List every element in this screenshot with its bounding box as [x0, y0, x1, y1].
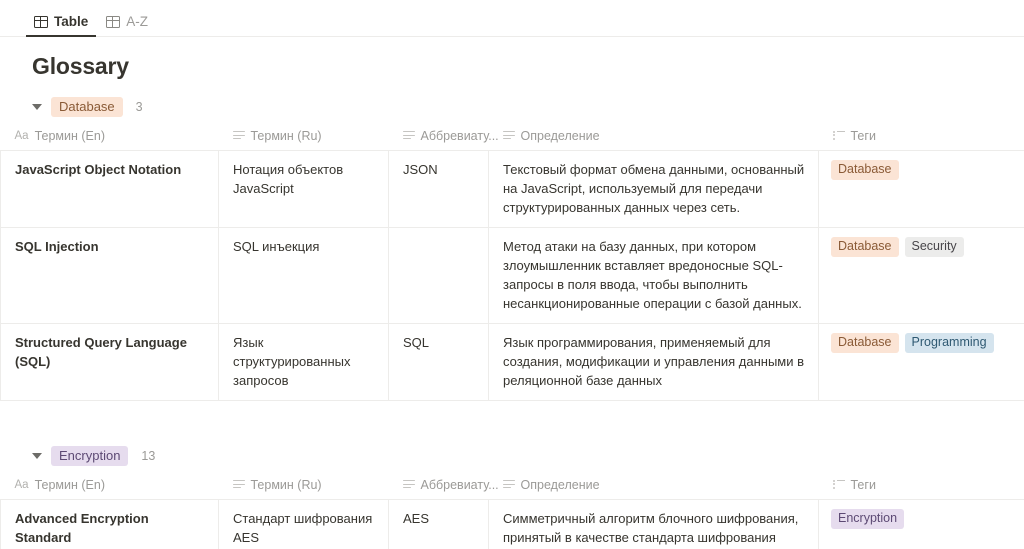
- column-header-label: Термин (En): [34, 478, 105, 492]
- group-header: Database 3: [32, 97, 1024, 117]
- cell-definition[interactable]: Текстовый формат обмена данными, основан…: [488, 150, 819, 228]
- column-header-label: Термин (Ru): [250, 478, 322, 492]
- column-header-label: Термин (Ru): [250, 129, 322, 143]
- cell-term-ru[interactable]: Стандарт шифрования AES: [218, 499, 389, 549]
- group-list: Database 3 Aa Термин (En) Термин (Ru) Аббреви…: [0, 97, 1024, 549]
- multi-select-list-icon: [832, 479, 845, 490]
- multi-select-list-icon: [832, 130, 845, 141]
- tag-pill[interactable]: Database: [51, 97, 123, 117]
- column-header-label: Определение: [520, 129, 600, 143]
- cell-definition[interactable]: Язык программирования, применяемый для с…: [488, 323, 819, 401]
- group-header: Encryption 13: [32, 446, 1024, 466]
- text-lines-icon: [502, 480, 515, 490]
- tag-pill[interactable]: Encryption: [51, 446, 129, 466]
- cell-tags[interactable]: Encryption: [818, 499, 1024, 549]
- text-lines-icon: [402, 131, 415, 141]
- column-header-term_ru[interactable]: Термин (Ru): [218, 123, 389, 151]
- tag-pill[interactable]: Security: [904, 237, 964, 257]
- tab-a-z[interactable]: A-Z: [98, 10, 156, 37]
- cell-term-ru[interactable]: Язык структурированных запросов: [218, 323, 389, 401]
- cell-abbreviation[interactable]: JSON: [388, 150, 489, 228]
- table-row[interactable]: JavaScript Object Notation Нотация объект…: [0, 150, 1024, 228]
- table-header-row: Aa Термин (En) Термин (Ru) Аббревиату... Опр…: [0, 472, 1024, 500]
- column-header-label: Аббревиату...: [420, 129, 499, 143]
- column-header-label: Аббревиату...: [420, 478, 499, 492]
- title-aa-icon: Aa: [14, 479, 29, 491]
- text-lines-icon: [402, 480, 415, 490]
- column-header-label: Теги: [850, 129, 876, 143]
- table-row[interactable]: Structured Query Language (SQL) Язык стру…: [0, 323, 1024, 401]
- table-grid-icon: [106, 15, 121, 28]
- cell-tags[interactable]: Database Security: [818, 227, 1024, 324]
- collapse-caret-icon[interactable]: [32, 104, 42, 110]
- tag-pill[interactable]: Encryption: [831, 509, 905, 529]
- text-lines-icon: [502, 131, 515, 141]
- tag-pill[interactable]: Database: [831, 237, 899, 257]
- tag-pill[interactable]: Database: [831, 333, 899, 353]
- cell-abbreviation[interactable]: SQL: [388, 323, 489, 401]
- column-header-term_ru[interactable]: Термин (Ru): [218, 472, 389, 500]
- table-grid-icon: [34, 15, 48, 28]
- cell-definition[interactable]: Симметричный алгоритм блочного шифровани…: [488, 499, 819, 549]
- tag-pill[interactable]: Database: [831, 160, 899, 180]
- text-lines-icon: [232, 131, 245, 141]
- column-header-label: Термин (En): [34, 129, 105, 143]
- cell-abbreviation[interactable]: [388, 227, 489, 324]
- cell-tags[interactable]: Database: [818, 150, 1024, 228]
- column-header-term_en[interactable]: Aa Термин (En): [0, 123, 219, 151]
- tab-table-label: Table: [54, 14, 89, 29]
- column-header-tags[interactable]: Теги: [818, 123, 1024, 151]
- tab-a-z-label: A-Z: [126, 14, 149, 29]
- cell-term-en[interactable]: JavaScript Object Notation: [0, 150, 219, 228]
- column-header-definition[interactable]: Определение: [488, 123, 819, 151]
- column-header-abbr[interactable]: Аббревиату...: [388, 123, 499, 151]
- column-header-definition[interactable]: Определение: [488, 472, 819, 500]
- cell-abbreviation[interactable]: AES: [388, 499, 489, 549]
- title-aa-icon: Aa: [14, 130, 29, 142]
- text-lines-icon: [232, 480, 245, 490]
- cell-term-en[interactable]: Structured Query Language (SQL): [0, 323, 219, 401]
- cell-definition[interactable]: Метод атаки на базу данных, при котором …: [488, 227, 819, 324]
- cell-term-en[interactable]: Advanced Encryption Standard: [0, 499, 219, 549]
- collapse-caret-icon[interactable]: [32, 453, 42, 459]
- tab-table[interactable]: Table: [26, 10, 97, 37]
- cell-term-ru[interactable]: SQL инъекция: [218, 227, 389, 324]
- cell-term-en[interactable]: SQL Injection: [0, 227, 219, 324]
- column-header-label: Определение: [520, 478, 600, 492]
- group-count: 3: [135, 100, 143, 114]
- column-header-tags[interactable]: Теги: [818, 472, 1024, 500]
- table-header-row: Aa Термин (En) Термин (Ru) Аббревиату... Опр…: [0, 123, 1024, 151]
- glossary-table: Aa Термин (En) Термин (Ru) Аббревиату... Опр…: [0, 472, 1024, 549]
- table-row[interactable]: Advanced Encryption Standard Стандарт шиф…: [0, 499, 1024, 549]
- column-header-abbr[interactable]: Аббревиату...: [388, 472, 499, 500]
- view-tab-bar: Table A-Z: [0, 0, 1024, 37]
- group-count: 13: [141, 449, 156, 463]
- page-title: Glossary: [32, 53, 129, 79]
- cell-tags[interactable]: Database Programming: [818, 323, 1024, 401]
- column-header-label: Теги: [850, 478, 876, 492]
- table-row[interactable]: SQL Injection SQL инъекция Метод атаки на …: [0, 227, 1024, 324]
- column-header-term_en[interactable]: Aa Термин (En): [0, 472, 219, 500]
- cell-term-ru[interactable]: Нотация объектов JavaScript: [218, 150, 389, 228]
- glossary-table: Aa Термин (En) Термин (Ru) Аббревиату... Опр…: [0, 123, 1024, 401]
- tag-pill[interactable]: Programming: [904, 333, 994, 353]
